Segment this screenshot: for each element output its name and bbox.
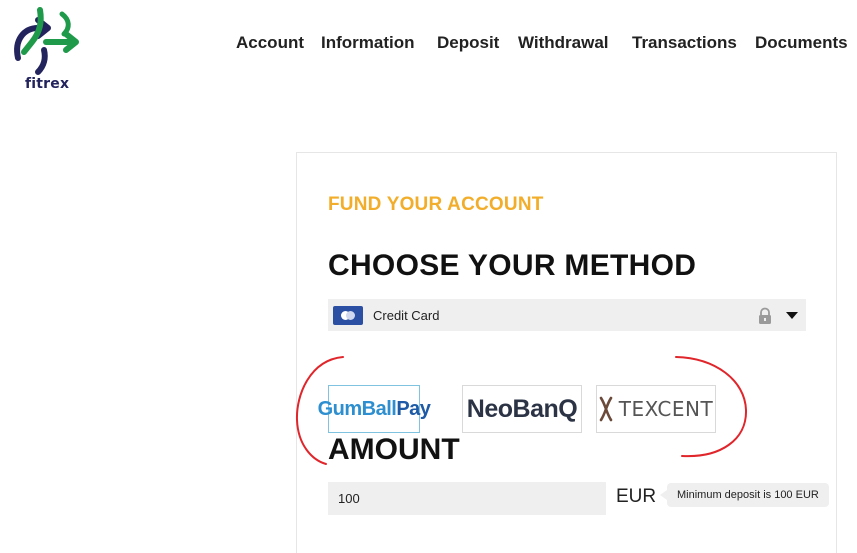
fund-account-heading: FUND YOUR ACCOUNT (328, 194, 544, 215)
nav-information[interactable]: Information (321, 33, 415, 53)
main-nav: Account Information Deposit Withdrawal T… (236, 33, 857, 55)
chevron-down-icon[interactable] (786, 312, 798, 319)
gumballpay-logo: GumBallPay (317, 397, 431, 420)
method-texcent[interactable]: TEXCENT (596, 385, 716, 433)
deposit-panel: FUND YOUR ACCOUNT CHOOSE YOUR METHOD Cre… (296, 152, 837, 553)
nav-documents[interactable]: Documents (755, 33, 848, 53)
nav-account[interactable]: Account (236, 33, 304, 53)
amount-heading: AMOUNT (328, 433, 460, 466)
choose-method-heading: CHOOSE YOUR METHOD (328, 249, 697, 282)
selected-method-label: Credit Card (373, 308, 440, 323)
method-neobanq[interactable]: NeoBanQ (462, 385, 582, 433)
credit-card-icon (333, 306, 363, 325)
nav-withdrawal[interactable]: Withdrawal (518, 33, 609, 53)
amount-input[interactable] (328, 482, 606, 515)
lock-icon (759, 307, 771, 324)
nav-deposit[interactable]: Deposit (437, 33, 499, 53)
neobanq-logo: NeoBanQ (466, 394, 578, 423)
currency-label: EUR (616, 486, 657, 507)
payment-method-select[interactable]: Credit Card (328, 299, 806, 331)
nav-transactions[interactable]: Transactions (632, 33, 737, 53)
min-deposit-tooltip: Minimum deposit is 100 EUR (660, 483, 829, 507)
texcent-logo: TEXCENT (618, 397, 714, 421)
method-gumballpay[interactable]: GumBallPay (318, 385, 431, 433)
texcent-x-icon (599, 396, 613, 422)
brand-name: fitrex (25, 76, 70, 92)
